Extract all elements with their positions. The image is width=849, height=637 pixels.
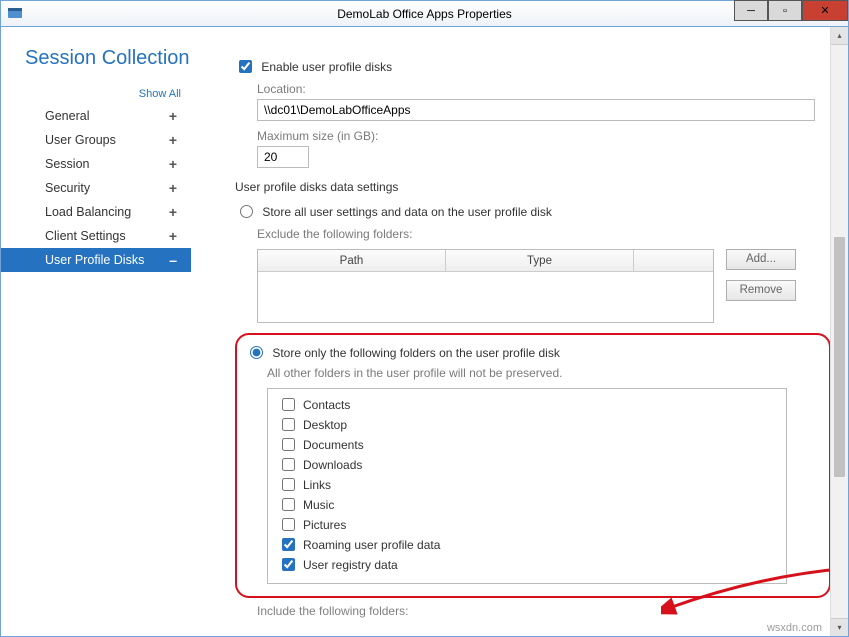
scroll-up-button[interactable]: ▴ (831, 27, 848, 45)
scroll-down-button[interactable]: ▾ (831, 618, 848, 636)
folder-list: Contacts Desktop Documents Downloads Links Mu… (267, 388, 787, 584)
title-bar: DemoLab Office Apps Properties ─ ▫ ✕ (0, 0, 849, 27)
app-icon (7, 5, 23, 21)
plus-icon: + (169, 155, 177, 173)
enable-upd-checkbox[interactable]: Enable user profile disks (235, 60, 392, 74)
folder-label: Roaming user profile data (303, 538, 440, 552)
exclude-table: Path Type (257, 249, 714, 323)
sidebar-item-general[interactable]: General+ (1, 104, 191, 128)
scrollbar[interactable]: ▴ ▾ (830, 27, 848, 636)
folder-label: Links (303, 478, 331, 492)
folder-checkbox[interactable] (282, 518, 295, 531)
sidebar-item-session[interactable]: Session+ (1, 152, 191, 176)
col-empty (634, 250, 713, 271)
sidebar-item-security[interactable]: Security+ (1, 176, 191, 200)
folder-label: Documents (303, 438, 364, 452)
watermark: wsxdn.com (767, 622, 822, 634)
add-button[interactable]: Add... (726, 249, 796, 270)
folder-item-user-registry-data[interactable]: User registry data (278, 555, 776, 575)
folder-label: Music (303, 498, 334, 512)
folder-label: Pictures (303, 518, 346, 532)
folder-item-desktop[interactable]: Desktop (278, 415, 776, 435)
folder-checkbox[interactable] (282, 398, 295, 411)
main-panel: Enable user profile disks Location: Maxi… (191, 27, 848, 636)
folder-label: Downloads (303, 458, 362, 472)
radio-store-only-input[interactable] (250, 346, 263, 359)
plus-icon: + (169, 131, 177, 149)
col-type[interactable]: Type (446, 250, 634, 271)
folder-checkbox[interactable] (282, 478, 295, 491)
minimize-button[interactable]: ─ (734, 0, 768, 21)
radio-store-all[interactable]: Store all user settings and data on the … (235, 205, 552, 219)
remove-button[interactable]: Remove (726, 280, 796, 301)
sidebar-item-user-groups[interactable]: User Groups+ (1, 128, 191, 152)
folder-item-links[interactable]: Links (278, 475, 776, 495)
folder-checkbox[interactable] (282, 538, 295, 551)
folder-item-downloads[interactable]: Downloads (278, 455, 776, 475)
folder-label: Desktop (303, 418, 347, 432)
radio-store-all-label: Store all user settings and data on the … (262, 205, 552, 219)
sidebar-item-client-settings[interactable]: Client Settings+ (1, 224, 191, 248)
folder-item-documents[interactable]: Documents (278, 435, 776, 455)
location-input[interactable] (257, 99, 815, 121)
max-size-label: Maximum size (in GB): (257, 129, 824, 143)
radio-store-only-label: Store only the following folders on the … (272, 346, 560, 360)
highlight-box: Store only the following folders on the … (235, 333, 831, 598)
col-path[interactable]: Path (258, 250, 446, 271)
folder-label: User registry data (303, 558, 398, 572)
plus-icon: + (169, 203, 177, 221)
folder-item-contacts[interactable]: Contacts (278, 395, 776, 415)
plus-icon: + (169, 227, 177, 245)
others-note: All other folders in the user profile wi… (267, 366, 819, 380)
max-size-input[interactable] (257, 146, 309, 168)
enable-upd-label: Enable user profile disks (261, 60, 392, 74)
exclude-label: Exclude the following folders: (257, 227, 824, 241)
plus-icon: + (169, 179, 177, 197)
scroll-thumb[interactable] (834, 237, 845, 477)
radio-store-all-input[interactable] (240, 205, 253, 218)
page-heading: Session Collection (25, 47, 191, 70)
folder-item-pictures[interactable]: Pictures (278, 515, 776, 535)
show-all-link[interactable]: Show All (1, 88, 191, 100)
window-title: DemoLab Office Apps Properties (1, 1, 848, 28)
settings-header: User profile disks data settings (235, 180, 824, 194)
include-label: Include the following folders: (257, 604, 824, 618)
sidebar-item-user-profile-disks[interactable]: User Profile Disks– (1, 248, 191, 272)
minus-icon: – (169, 251, 177, 269)
folder-checkbox[interactable] (282, 418, 295, 431)
enable-upd-input[interactable] (239, 60, 252, 73)
radio-store-only[interactable]: Store only the following folders on the … (245, 346, 560, 360)
close-button[interactable]: ✕ (802, 0, 848, 21)
sidebar-item-load-balancing[interactable]: Load Balancing+ (1, 200, 191, 224)
folder-label: Contacts (303, 398, 350, 412)
folder-item-music[interactable]: Music (278, 495, 776, 515)
folder-checkbox[interactable] (282, 458, 295, 471)
location-label: Location: (257, 82, 824, 96)
plus-icon: + (169, 107, 177, 125)
sidebar: Session Collection Show All General+User… (1, 27, 191, 636)
folder-checkbox[interactable] (282, 558, 295, 571)
maximize-button[interactable]: ▫ (768, 0, 802, 21)
folder-checkbox[interactable] (282, 438, 295, 451)
folder-item-roaming-user-profile-data[interactable]: Roaming user profile data (278, 535, 776, 555)
folder-checkbox[interactable] (282, 498, 295, 511)
